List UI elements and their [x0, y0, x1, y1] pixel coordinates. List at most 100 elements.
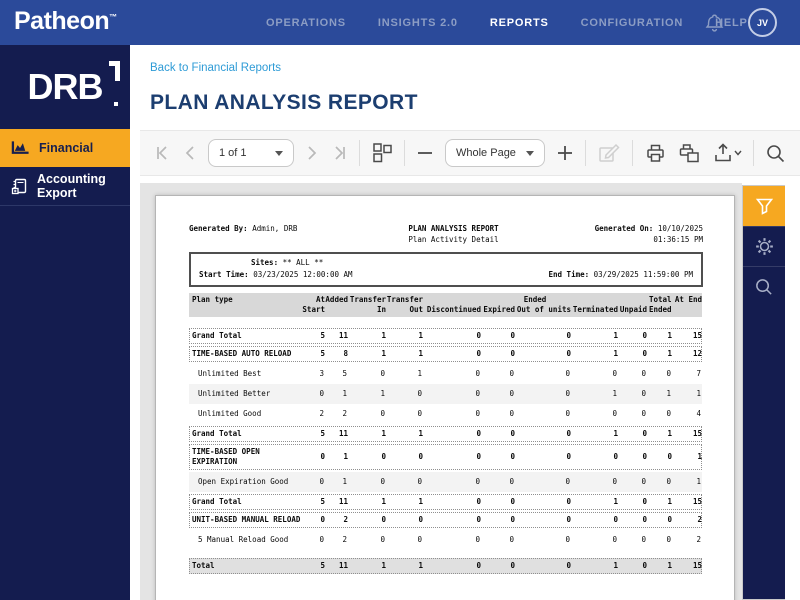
print-page-button[interactable]	[678, 142, 701, 164]
nav-item-configuration[interactable]: CONFIGURATION	[581, 17, 683, 29]
print-button[interactable]	[644, 142, 667, 164]
plan-type-cell: TIME-BASED AUTO RELOAD	[192, 349, 292, 358]
edit-annotations-button-disabled	[597, 142, 621, 164]
end-time-value: 03/29/2025 11:59:00 PM	[593, 270, 693, 279]
value-cell: 0	[566, 331, 571, 340]
value-cell: 0	[641, 535, 646, 544]
value-cell: 5	[320, 497, 325, 506]
search-panel-button[interactable]	[743, 266, 785, 306]
plan-type-cell: Grand Total	[192, 429, 242, 438]
value-cell: 15	[692, 561, 702, 570]
value-cell: 0	[476, 331, 481, 340]
chevron-down-icon	[275, 150, 283, 156]
table-row: TIME-BASED AUTO RELOAD 5 8 1 1 0 0 0 1 0 1 12	[189, 346, 702, 362]
value-cell: 0	[381, 515, 386, 524]
value-cell: 1	[667, 429, 672, 438]
value-cell: 0	[510, 497, 515, 506]
value-cell: 1	[613, 429, 618, 438]
value-cell: 0	[666, 409, 671, 418]
value-cell: 0	[566, 497, 571, 506]
sites-label: Sites:	[251, 258, 279, 267]
value-cell: 0	[613, 452, 618, 461]
table-row: Grand Total 5 11 1 1 0 0 0 1 0 1 15	[189, 494, 702, 510]
top-nav-menu: OPERATIONS INSIGHTS 2.0 REPORTS CONFIGUR…	[266, 0, 748, 45]
toolbar-separator	[585, 140, 586, 166]
value-cell: 7	[696, 369, 701, 378]
value-cell: 1	[343, 452, 348, 461]
value-cell: 0	[566, 429, 571, 438]
value-cell: 0	[475, 535, 480, 544]
value-cell: 0	[510, 452, 515, 461]
nav-item-operations[interactable]: OPERATIONS	[266, 17, 346, 29]
value-cell: 2	[342, 535, 347, 544]
value-cell: 1	[417, 369, 422, 378]
notifications-bell-icon[interactable]	[704, 11, 725, 33]
value-cell: 1	[697, 452, 702, 461]
nav-item-reports[interactable]: REPORTS	[490, 17, 549, 29]
last-page-button[interactable]	[330, 144, 348, 162]
user-avatar[interactable]: JV	[748, 8, 777, 37]
value-cell: 11	[338, 561, 348, 570]
value-cell: 1	[667, 561, 672, 570]
value-cell: 5	[320, 429, 325, 438]
previous-page-button[interactable]	[183, 144, 197, 162]
zoom-in-button[interactable]	[556, 144, 574, 162]
sites-value: ** ALL **	[282, 258, 324, 267]
value-cell: 0	[381, 452, 386, 461]
value-cell: 2	[319, 409, 324, 418]
zoom-level-dropdown[interactable]: Whole Page	[445, 139, 545, 167]
sidebar-item-label: Financial	[39, 141, 94, 155]
value-cell: 0	[509, 477, 514, 486]
value-cell: 15	[692, 497, 702, 506]
plan-type-cell: Total	[192, 561, 215, 570]
export-button[interactable]	[712, 142, 742, 164]
value-cell: 0	[509, 389, 514, 398]
report-subtitle: Plan Activity Detail	[408, 235, 499, 244]
value-cell: 0	[566, 349, 571, 358]
value-cell: 1	[418, 429, 423, 438]
table-row: Unlimited Better 0 1 1 0 0 0 0 1 0 1 1	[189, 384, 702, 404]
next-page-button[interactable]	[305, 144, 319, 162]
nav-item-insights[interactable]: INSIGHTS 2.0	[378, 17, 458, 29]
value-cell: 12	[692, 349, 702, 358]
back-to-financial-reports-link[interactable]: Back to Financial Reports	[150, 62, 281, 74]
value-cell: 0	[417, 477, 422, 486]
end-time-label: End Time:	[548, 270, 590, 279]
value-cell: 1	[381, 349, 386, 358]
value-cell: 0	[509, 409, 514, 418]
search-button[interactable]	[765, 143, 786, 164]
filter-button[interactable]	[743, 186, 785, 226]
column-header-at-start: At Start	[302, 295, 325, 314]
plan-type-cell: Unlimited Better	[198, 389, 271, 398]
value-cell: 0	[566, 452, 571, 461]
value-cell: 0	[565, 369, 570, 378]
page-number-dropdown[interactable]: 1 of 1	[208, 139, 294, 167]
value-cell: 0	[380, 477, 385, 486]
settings-button[interactable]	[743, 226, 785, 266]
column-header-terminated: Terminated	[572, 305, 618, 314]
zoom-out-button[interactable]	[416, 144, 434, 162]
value-cell: 0	[642, 349, 647, 358]
value-cell: 0	[565, 389, 570, 398]
value-cell: 0	[417, 409, 422, 418]
multipage-view-button[interactable]	[371, 142, 393, 164]
sidebar-item-accounting-export[interactable]: Accounting Export	[0, 167, 130, 205]
value-cell: 0	[667, 452, 672, 461]
value-cell: 0	[666, 535, 671, 544]
value-cell: 15	[692, 429, 702, 438]
value-cell: 0	[566, 561, 571, 570]
start-time-value: 03/23/2025 12:00:00 AM	[253, 270, 353, 279]
first-page-button[interactable]	[154, 144, 172, 162]
value-cell: 1	[666, 389, 671, 398]
generated-on-time: 01:36:15 PM	[653, 235, 703, 244]
filter-funnel-icon	[755, 197, 774, 216]
value-cell: 1	[613, 497, 618, 506]
value-cell: 0	[641, 369, 646, 378]
plan-type-cell: Unlimited Best	[198, 369, 262, 378]
search-icon	[754, 277, 774, 297]
value-cell: 1	[381, 429, 386, 438]
main-content: Back to Financial Reports PLAN ANALYSIS …	[130, 45, 800, 600]
column-header-added: Added	[325, 295, 348, 304]
page-title: PLAN ANALYSIS REPORT	[150, 91, 418, 114]
sidebar-item-financial[interactable]: Financial	[0, 129, 130, 167]
